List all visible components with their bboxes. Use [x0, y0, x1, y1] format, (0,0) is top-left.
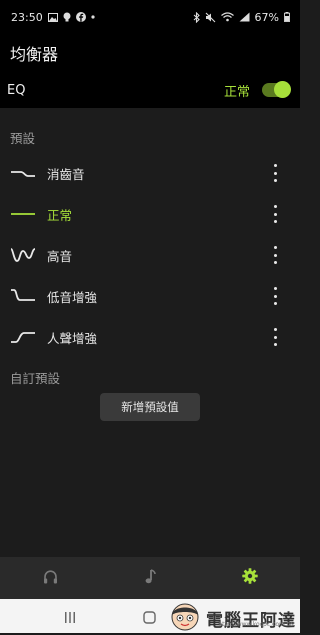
mascot-logo: [168, 601, 202, 635]
more-options-icon[interactable]: [272, 328, 278, 346]
watermark-url: http://www.kocpc.com.tw: [218, 621, 294, 628]
more-options-icon[interactable]: [272, 205, 278, 223]
status-bar: 23:50 67%: [0, 0, 300, 34]
bass-boost-curve-icon: [10, 285, 36, 307]
more-options-icon[interactable]: [272, 287, 278, 305]
battery-icon: [284, 12, 290, 22]
tab-headphones[interactable]: [0, 557, 100, 599]
gear-icon: [242, 568, 258, 588]
custom-section-label: 自訂預設: [10, 371, 61, 386]
preset-treble[interactable]: 高音: [0, 235, 300, 275]
bluetooth-icon: [193, 11, 200, 23]
mute-icon: [205, 12, 216, 23]
bulb-icon: [63, 12, 71, 22]
preset-vocal-boost[interactable]: 人聲增強: [0, 317, 300, 357]
tab-settings[interactable]: [200, 557, 300, 599]
preset-bass-boost[interactable]: 低音增強: [0, 276, 300, 316]
preset-name: 消齒音: [47, 166, 85, 182]
facebook-icon: [75, 12, 86, 22]
preset-name: 高音: [47, 248, 73, 264]
tab-music[interactable]: [100, 557, 200, 599]
eq-current-preset: 正常: [223, 84, 250, 100]
more-options-icon[interactable]: [272, 164, 278, 182]
home-icon: [143, 609, 156, 628]
dot-icon: [91, 15, 95, 19]
treble-curve-icon: [10, 244, 36, 266]
battery-level: 67%: [254, 10, 279, 24]
de-esser-curve-icon: [10, 162, 36, 184]
gallery-icon: [47, 12, 58, 22]
eq-switch-knob[interactable]: [274, 81, 291, 98]
eq-switch[interactable]: [262, 81, 291, 98]
preset-name: 正常: [47, 207, 73, 223]
vocal-boost-curve-icon: [10, 326, 36, 348]
headphones-icon: [43, 569, 58, 588]
more-options-icon[interactable]: [272, 246, 278, 264]
app-bar: 均衡器: [0, 34, 300, 72]
eq-label: EQ: [7, 82, 26, 98]
status-time: 23:50: [11, 10, 43, 24]
wifi-icon: [220, 12, 234, 22]
preset-name: 人聲增強: [47, 330, 98, 346]
bottom-nav: [0, 557, 300, 599]
music-note-icon: [145, 568, 156, 588]
preset-de-esser[interactable]: 消齒音: [0, 153, 300, 193]
home-button[interactable]: [143, 609, 156, 628]
presets-section-label: 預設: [10, 131, 36, 146]
preset-normal[interactable]: 正常: [0, 194, 300, 234]
preset-name: 低音增強: [47, 289, 98, 305]
recents-button[interactable]: [64, 609, 76, 628]
signal-icon: [239, 12, 250, 22]
watermark: 電腦王阿達 http://www.kocpc.com.tw: [168, 601, 296, 635]
recents-icon: [64, 609, 76, 628]
add-preset-button[interactable]: 新增預設值: [100, 393, 200, 421]
eq-toggle-bar[interactable]: EQ 正常: [0, 72, 300, 108]
flat-curve-icon: [10, 203, 36, 225]
page-title: 均衡器: [10, 45, 59, 64]
